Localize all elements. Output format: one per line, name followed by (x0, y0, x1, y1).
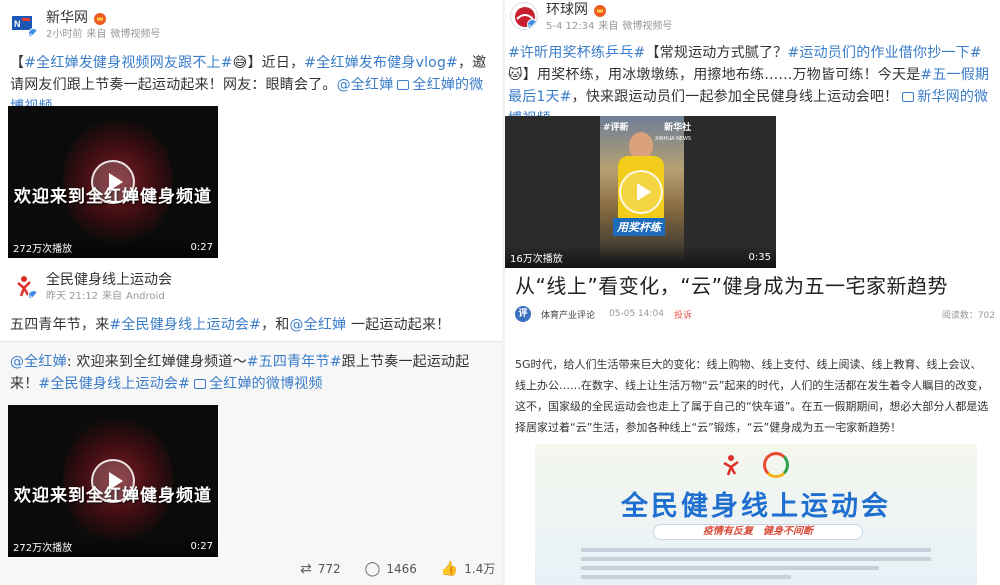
hashtag-link[interactable]: #全红婵发健身视频网友跟不上# (24, 55, 232, 71)
post-time[interactable]: 5-4 12:34 (546, 21, 594, 32)
crown-badge-icon (94, 12, 106, 25)
comment-icon: ◯ (364, 560, 381, 577)
thumbs-up-icon: 👍 (440, 560, 459, 577)
article-body: 5G时代，给人们生活带来巨大的变化：线上购物、线上支付、线上阅读、线上教育、线上… (515, 358, 989, 434)
avatar[interactable] (510, 2, 538, 30)
source-name[interactable]: Android (126, 291, 165, 302)
play-button[interactable] (91, 160, 135, 204)
video-player[interactable]: 欢迎来到全红婵健身频道 272万次播放 0:27 (8, 405, 218, 557)
source-label: 来自 (86, 29, 107, 40)
video-logo-right: 新华社 XINHUA NEWS (655, 123, 692, 142)
poster-fine-print (581, 548, 931, 584)
poster-title: 全民健身线上运动会 (621, 491, 891, 522)
avatar[interactable] (10, 272, 38, 300)
play-count: 16万次播放 (510, 253, 563, 265)
post1-header: N 新华网 2小时前 来自 微博视频号 (10, 10, 164, 41)
hashtag-link[interactable]: #五四青年节# (247, 354, 342, 370)
hashtag-link[interactable]: #全民健身线上运动会# (109, 317, 261, 333)
like-button[interactable]: 👍 1.4万 (441, 560, 496, 577)
repost-icon: ⇄ (300, 560, 312, 577)
verified-icon (527, 19, 537, 29)
video-player[interactable]: 欢迎来到全红婵健身频道 272万次播放 0:27 (8, 106, 218, 258)
hashtag-link[interactable]: #全红婵发布健身vlog# (304, 55, 458, 71)
video-duration: 0:27 (190, 241, 213, 253)
emoji: 🐱 (508, 67, 523, 83)
article-source[interactable]: 体育产业评论 (541, 308, 595, 321)
video-icon (397, 80, 410, 90)
author-name[interactable]: 新华网 (46, 10, 88, 27)
mention-link[interactable]: @全红婵 (337, 77, 394, 93)
emoji: 😅 (232, 55, 248, 71)
play-count: 272万次播放 (13, 243, 73, 255)
like-count: 1.4万 (464, 562, 496, 576)
sports-logo-icon (723, 455, 739, 476)
source-name[interactable]: 微博视频号 (622, 21, 672, 32)
article-title[interactable]: 从“线上”看变化，“云”健身成为五一宅家新趋势 (515, 272, 948, 300)
video-duration: 0:35 (748, 251, 771, 263)
play-count: 272万次播放 (13, 542, 73, 554)
author-name[interactable]: 环球网 (546, 2, 588, 19)
event-logo-icon (763, 452, 789, 478)
video-logo-left: #评新 (603, 123, 629, 133)
repost-button[interactable]: ⇄ 772 (300, 561, 341, 577)
retweet-box[interactable]: @全红婵: 欢迎来到全红婵健身频道～#五四青年节#跟上节奏一起运动起来！#全民健… (0, 341, 502, 585)
avatar[interactable]: N (10, 10, 38, 38)
post2-header: 全民健身线上运动会 昨天 21:12 来自 Android (10, 272, 172, 303)
source-avatar[interactable]: 评 (515, 306, 531, 322)
comment-button[interactable]: ◯ 1466 (365, 561, 417, 577)
action-bar: ⇄ 772 ◯ 1466 👍 1.4万 (300, 560, 495, 577)
video-player[interactable]: #评新 新华社 XINHUA NEWS 用奖杯练 16万次播放 0:35 (505, 116, 776, 268)
hashtag-link[interactable]: #全民健身线上运动会# (38, 376, 190, 392)
play-button[interactable] (618, 170, 663, 214)
source-label: 来自 (598, 21, 619, 32)
mention-link[interactable]: @全红婵 (289, 317, 346, 333)
play-button[interactable] (91, 459, 135, 503)
post-time[interactable]: 2小时前 (46, 29, 82, 40)
hashtag-link[interactable]: #运动员们的作业借你抄一下# (787, 45, 981, 61)
source-name[interactable]: 微博视频号 (110, 29, 160, 40)
verified-icon (28, 28, 38, 38)
retweet-text: @全红婵: 欢迎来到全红婵健身频道～#五四青年节#跟上节奏一起运动起来！#全民健… (10, 354, 470, 392)
left-feed: N 新华网 2小时前 来自 微博视频号 【#全红婵发健身视频网友跟不上#😅】近日，#… (0, 0, 502, 585)
poster-tagline: 疫情有反复 健身不间断 (653, 524, 863, 540)
hashtag-link[interactable]: #许昕用奖杯练乒乓# (508, 45, 645, 61)
verified-icon (28, 290, 38, 300)
article-poster: 全民健身线上运动会 疫情有反复 健身不间断 (535, 444, 977, 585)
article-meta: 评 体育产业评论 05-05 14:04 投诉 阅读数：702 (515, 306, 995, 322)
author-name[interactable]: 全民健身线上运动会 (46, 272, 172, 289)
report-link[interactable]: 投诉 (674, 308, 692, 321)
right-feed: 环球网 5-4 12:34 来自 微博视频号 #许昕用奖杯练乒乓#【常规运动方式腻了… (505, 0, 1000, 585)
source-label: 来自 (102, 291, 122, 302)
video-link[interactable]: 全红婵的微博视频 (190, 376, 323, 392)
post2-text: 五四青年节，来#全民健身线上运动会#，和@全红婵 一起运动起来！ (10, 317, 451, 333)
article-date: 05-05 14:04 (609, 309, 664, 319)
read-count: 阅读数：702 (941, 310, 995, 321)
crown-badge-icon (594, 4, 606, 17)
svg-text:N: N (14, 19, 21, 29)
video-caption: 用奖杯练 (613, 218, 665, 236)
repost-count: 772 (317, 561, 341, 576)
video-icon (902, 92, 915, 102)
comment-count: 1466 (386, 561, 417, 576)
video-duration: 0:27 (190, 540, 213, 552)
mention-link[interactable]: @全红婵 (10, 354, 67, 370)
post-header: 环球网 5-4 12:34 来自 微博视频号 (510, 2, 676, 33)
video-icon (194, 379, 207, 389)
post-time[interactable]: 昨天 21:12 (46, 291, 98, 302)
